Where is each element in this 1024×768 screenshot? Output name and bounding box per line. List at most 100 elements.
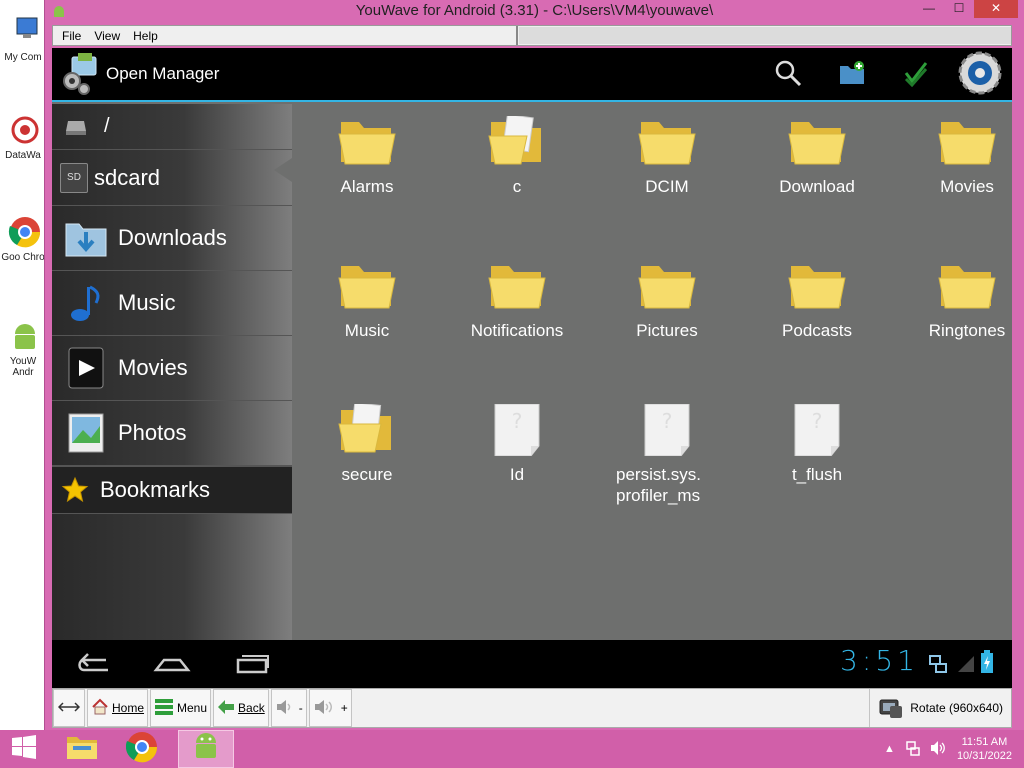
- show-hidden-icons-icon[interactable]: ▲: [884, 743, 895, 755]
- file-item-music[interactable]: Music: [292, 252, 442, 341]
- sidebar-item-bookmarks[interactable]: Bookmarks: [52, 466, 292, 514]
- desktop-icon-chrome[interactable]: Goo Chro: [0, 214, 46, 263]
- star-icon: [60, 475, 90, 505]
- back-arrow-icon: [217, 699, 235, 718]
- svg-text:?: ?: [662, 409, 673, 433]
- file-item-alarms[interactable]: Alarms: [292, 108, 442, 197]
- file-name: DCIM: [645, 177, 689, 196]
- sidebar-item-photos[interactable]: Photos: [52, 401, 292, 466]
- file-name: Music: [344, 321, 390, 340]
- file-item-c[interactable]: c: [442, 108, 592, 197]
- file-item-podcasts[interactable]: Podcasts: [742, 252, 892, 341]
- file-name: Movies: [940, 177, 994, 196]
- download-folder-icon: [62, 214, 110, 262]
- clock-time: 11:51 AM: [961, 736, 1008, 748]
- file-name: c: [512, 177, 522, 196]
- svg-text:?: ?: [812, 409, 823, 433]
- folder-document-icon: [337, 402, 397, 456]
- sidebar-item-label: Music: [118, 290, 176, 315]
- menu-bar: File View Help: [52, 25, 1012, 46]
- file-item-t-flush[interactable]: ? t_flush: [742, 396, 892, 485]
- taskbar-file-explorer[interactable]: [58, 730, 106, 768]
- menu-spacer: [519, 27, 1011, 44]
- file-item-download[interactable]: Download: [742, 108, 892, 197]
- settings-icon: [956, 49, 1004, 101]
- back-button[interactable]: Back: [213, 689, 269, 727]
- android-icon: [191, 731, 221, 767]
- multiselect-button[interactable]: [884, 48, 948, 102]
- sidebar-item-root[interactable]: /: [52, 104, 292, 150]
- title-bar: YouWave for Android (3.31) - C:\Users\VM…: [45, 0, 1024, 24]
- volume-up-button[interactable]: +: [308, 689, 352, 727]
- home-icon: [152, 658, 192, 684]
- chrome-icon: [125, 731, 158, 767]
- sidebar-item-music[interactable]: Music: [52, 271, 292, 336]
- file-grid: Alarms c DCIM Download Movies Music Noti…: [292, 104, 1012, 640]
- horizontal-arrows-icon: [57, 701, 81, 716]
- file-item-notifications[interactable]: Notifications: [442, 252, 592, 341]
- sidebar-item-label: sdcard: [94, 164, 161, 190]
- rotate-device-icon: [878, 694, 904, 723]
- taskbar-youwave[interactable]: [178, 730, 234, 768]
- new-folder-button[interactable]: [820, 48, 884, 102]
- selection-indicator: [274, 158, 292, 182]
- file-name: persist.sys. profiler_ms: [616, 465, 702, 505]
- menu-icon: [154, 697, 174, 720]
- app-logo-icon[interactable]: [52, 48, 106, 101]
- back-arrow-icon: [74, 653, 114, 684]
- file-item-persist-sys-profiler-ms[interactable]: ? persist.sys. profiler_ms: [592, 396, 742, 506]
- unknown-file-icon: ?: [787, 403, 847, 457]
- file-item-movies[interactable]: Movies: [892, 108, 1012, 197]
- home-button[interactable]: Home: [87, 689, 149, 727]
- emulator-controls: Home Menu Back - + Rotate (960x640): [52, 688, 1012, 728]
- menu-file[interactable]: File: [62, 29, 81, 43]
- desktop-icon-my-computer[interactable]: My Com: [0, 14, 46, 63]
- resize-button[interactable]: [53, 689, 85, 727]
- menu-button[interactable]: Menu: [150, 689, 212, 727]
- taskbar-clock[interactable]: 11:51 AM 10/31/2022: [957, 735, 1012, 763]
- music-note-icon: [62, 279, 110, 327]
- chrome-icon: [5, 214, 41, 250]
- file-name: secure: [341, 465, 393, 484]
- desktop-icon-label: Goo Chro: [1, 252, 45, 263]
- volume-icon[interactable]: [929, 740, 947, 759]
- desktop-icon-youwave[interactable]: YouW Andr: [0, 318, 46, 378]
- sidebar-item-sdcard[interactable]: SD sdcard: [52, 150, 292, 206]
- search-button[interactable]: [756, 48, 820, 102]
- file-item-dcim[interactable]: DCIM: [592, 108, 742, 197]
- desktop-icon-label: YouW Andr: [9, 356, 37, 378]
- sidebar-item-movies[interactable]: Movies: [52, 336, 292, 401]
- sidebar-item-label: Movies: [118, 355, 188, 380]
- sidebar-item-label: Photos: [118, 420, 187, 445]
- file-item-id[interactable]: ? Id: [442, 396, 592, 485]
- close-button[interactable]: ✕: [974, 0, 1018, 18]
- battery-icon: [980, 650, 994, 678]
- android-icon: [5, 318, 41, 354]
- desktop-icon-datawave[interactable]: DataWa: [0, 112, 46, 161]
- settings-button[interactable]: [948, 48, 1012, 102]
- folder-icon: [637, 116, 697, 168]
- desktop-icon-label: DataWa: [5, 150, 41, 161]
- folder-icon: [637, 260, 697, 312]
- android-screen: Open Manager / SD sdcard Downloads Music…: [52, 48, 1012, 688]
- recent-apps-icon: [232, 655, 272, 684]
- menu-view[interactable]: View: [94, 29, 120, 43]
- file-name: t_flush: [791, 465, 843, 484]
- file-item-secure[interactable]: secure: [292, 396, 442, 485]
- start-button[interactable]: [0, 730, 48, 768]
- maximize-button[interactable]: ☐: [944, 0, 974, 18]
- sidebar-item-downloads[interactable]: Downloads: [52, 206, 292, 271]
- file-item-ringtones[interactable]: Ringtones: [892, 252, 1012, 341]
- minimize-button[interactable]: —: [914, 0, 944, 18]
- menu-help[interactable]: Help: [133, 29, 158, 43]
- nav-home-button[interactable]: [152, 648, 202, 680]
- back-button-label: Back: [238, 701, 265, 715]
- unknown-file-icon: ?: [487, 403, 547, 457]
- taskbar-chrome[interactable]: [118, 730, 166, 768]
- volume-down-button[interactable]: -: [270, 689, 307, 727]
- nav-back-button[interactable]: [74, 648, 124, 680]
- file-item-pictures[interactable]: Pictures: [592, 252, 742, 341]
- nav-recents-button[interactable]: [232, 648, 282, 680]
- rotate-button[interactable]: Rotate (960x640): [869, 689, 1011, 727]
- network-icon[interactable]: [905, 740, 921, 759]
